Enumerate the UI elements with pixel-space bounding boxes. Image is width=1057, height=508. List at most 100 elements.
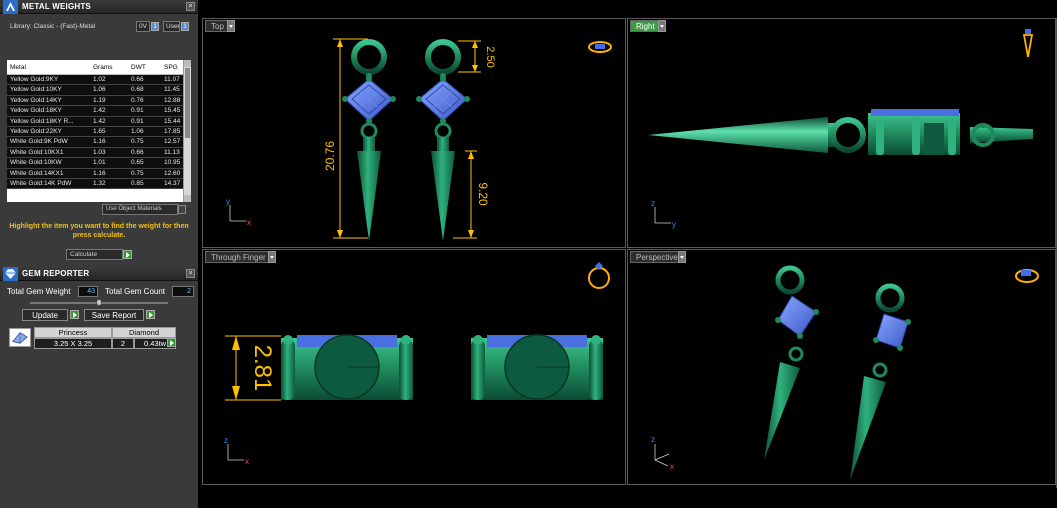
column-header[interactable]: Metal [10, 64, 92, 71]
0v-button[interactable]: 0V [136, 21, 150, 32]
table-row[interactable]: White Gold:14KX1 1.16 0.75 12.60 [7, 168, 183, 179]
grams: 1.42 [93, 117, 106, 125]
table-row[interactable]: Yellow Gold:22KY 1.65 1.06 17.85 [7, 126, 183, 138]
viewport-tab-right[interactable]: Right [630, 20, 661, 32]
grams: 1.42 [93, 107, 106, 115]
axis-y-label: y [672, 220, 676, 229]
report-slider-handle[interactable] [96, 299, 102, 306]
spg: 17.85 [164, 127, 181, 135]
viewport-tab-through-finger[interactable]: Through Finger [205, 251, 272, 263]
metal-name: Yellow Gold:14KY [10, 96, 62, 104]
gem-row-go-icon[interactable] [167, 338, 176, 347]
calculate-go-icon[interactable] [123, 250, 132, 259]
viewport-perspective[interactable]: Perspective z x [627, 249, 1056, 485]
dim-loop: 2.50 [484, 46, 496, 67]
ring-front-icon[interactable] [588, 262, 610, 289]
metal-table-scrollbar[interactable] [183, 60, 191, 202]
user-button[interactable]: User [163, 21, 180, 32]
chevron-down-icon[interactable] [678, 251, 686, 263]
dwt: 1.06 [131, 127, 144, 135]
total-gem-count-label: Total Gem Count [105, 287, 166, 296]
metal-table-header: Metal Grams DWT SPG [7, 60, 183, 75]
axis-x-label: x [670, 462, 674, 471]
gem-count: 2 [112, 338, 134, 349]
gem-cut: Princess [34, 327, 112, 338]
dim-height: 2.81 [249, 345, 276, 392]
earring-persp-left [764, 265, 819, 460]
viewport-tab-perspective[interactable]: Perspective [630, 251, 684, 263]
dwt: 0.68 [131, 86, 144, 94]
total-gem-count-value: 2 [172, 286, 194, 297]
table-row[interactable]: Yellow Gold:14KY 1.19 0.76 12.88 [7, 95, 183, 107]
earring-view-icon[interactable] [1022, 29, 1034, 58]
table-row[interactable]: White Gold:14K PdW 1.32 0.85 14.37 [7, 178, 183, 190]
metal-weights-body: Library: Classic - (Fast)-Metal 0V 1 Use… [0, 14, 198, 267]
metal-name: White Gold:9K PdW [10, 138, 68, 146]
axis-x-label: x [247, 218, 251, 227]
dimension-lines [333, 38, 481, 239]
metal-name: Yellow Gold:10KY [10, 86, 62, 94]
grams: 1.65 [93, 127, 106, 135]
dwt: 0.66 [131, 148, 144, 156]
grams: 1.03 [93, 148, 106, 156]
chevron-down-icon[interactable] [227, 20, 235, 32]
grams: 1.16 [93, 169, 106, 177]
close-icon[interactable]: × [186, 2, 195, 11]
right-view-canvas: z y [648, 29, 1034, 229]
ring-perspective-icon[interactable] [1015, 269, 1039, 283]
axis-z-label: z [651, 435, 655, 444]
table-row[interactable]: Yellow Gold:18KY 1.42 0.91 15.45 [7, 106, 183, 117]
table-row[interactable]: Yellow Gold:10KY 1.06 0.68 11.45 [7, 85, 183, 96]
dwt: 0.91 [131, 107, 144, 115]
column-header[interactable]: SPG [164, 64, 183, 71]
column-header[interactable]: Grams [93, 64, 128, 71]
save-report-button[interactable]: Save Report [84, 309, 144, 321]
table-row[interactable]: Yellow Gold:18KY R... 1.42 0.91 15.44 [7, 116, 183, 127]
metal-name: Yellow Gold:9KY [10, 76, 59, 83]
close-icon[interactable]: × [186, 269, 195, 278]
viewport-right[interactable]: Right z y [627, 18, 1056, 248]
0v-checkbox[interactable]: 1 [151, 22, 159, 31]
viewport-through-finger[interactable]: Through Finger 2.81 z x [202, 249, 626, 485]
spg: 11.07 [164, 76, 180, 83]
scroll-down-icon[interactable] [184, 195, 191, 202]
axis-indicator: z x [651, 435, 674, 471]
princess-gem-icon [9, 328, 31, 347]
table-row[interactable]: Yellow Gold:9KY 1.02 0.66 11.07 [7, 75, 183, 86]
dwt: 0.75 [131, 138, 144, 146]
use-object-materials-checkbox[interactable] [178, 205, 186, 214]
scroll-up-icon[interactable] [184, 60, 191, 67]
metal-weights-header: METAL WEIGHTS × [0, 0, 198, 14]
metal-name: White Gold:10KX1 [10, 148, 64, 156]
spg: 15.45 [164, 107, 181, 115]
table-row[interactable]: White Gold:10KX1 1.03 0.66 11.13 [7, 147, 183, 159]
gem-reporter-body: Total Gem Weight 43 Total Gem Count 2 Up… [0, 281, 198, 508]
metal-weights-icon [3, 0, 18, 14]
user-checkbox[interactable]: 1 [181, 22, 189, 31]
update-button[interactable]: Update [22, 309, 68, 321]
chevron-down-icon[interactable] [268, 251, 276, 263]
axis-indicator: y x [226, 197, 251, 227]
earring-left [342, 39, 396, 241]
save-report-go-icon[interactable] [146, 310, 155, 319]
column-header[interactable]: DWT [131, 64, 161, 71]
update-go-icon[interactable] [70, 310, 79, 319]
perspective-canvas: z x [651, 265, 1039, 480]
grams: 1.32 [93, 179, 106, 187]
chevron-down-icon[interactable] [658, 20, 666, 32]
top-view-canvas: 20.76 2.50 9.20 y x [226, 38, 612, 241]
ring-view-icon[interactable] [588, 41, 612, 53]
use-object-materials-button[interactable]: Use Object Materials [102, 204, 178, 215]
viewport-top[interactable]: Top 20.76 2.50 9.20 y x [202, 18, 626, 248]
dim-spike: 9.20 [476, 182, 490, 206]
scroll-thumb[interactable] [185, 68, 190, 138]
table-row[interactable]: White Gold:9K PdW 1.16 0.75 12.57 [7, 137, 183, 148]
calculate-button[interactable]: Calculate [66, 249, 123, 260]
total-gem-weight-value: 43 [78, 286, 98, 297]
axis-indicator: z y [651, 199, 676, 229]
grams: 1.01 [93, 159, 106, 167]
axis-z-label: z [651, 199, 655, 208]
table-row[interactable]: White Gold:10KW 1.01 0.65 10.95 [7, 158, 183, 169]
dim-total-height: 20.76 [323, 141, 337, 171]
library-label: Library: Classic - (Fast)-Metal [10, 23, 96, 30]
